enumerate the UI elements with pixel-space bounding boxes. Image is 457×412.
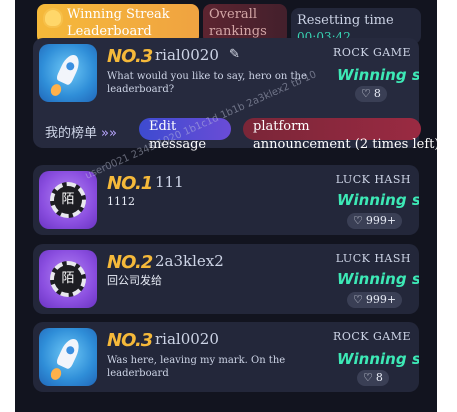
like-button[interactable]: ♡ 8: [355, 86, 387, 102]
platform-button-line2: announcement (2 times left): [253, 137, 437, 152]
platform-announcement-button[interactable]: platform announcement (2 times left): [243, 118, 437, 152]
like-button[interactable]: ♡ 999+: [347, 213, 403, 229]
leaderboard-message: Was here, leaving my mark. On the leader…: [107, 355, 286, 379]
chevrons-right-icon: »»: [101, 126, 117, 141]
game-name: LUCK HASH: [335, 252, 411, 265]
streak-label: Winning str: [337, 191, 419, 209]
tab-winning-label: Winning Streak Leaderboard: [67, 7, 170, 39]
leaderboard-message: 回公司发给: [107, 274, 162, 287]
streak-label: Winning str: [337, 350, 419, 368]
my-rank-card: NO.3 rial0020 ✎ What would you like to s…: [33, 38, 437, 152]
flame-icon: [48, 82, 64, 98]
my-board-label: 我的榜单: [45, 126, 98, 141]
rank-badge: NO.2: [107, 252, 153, 273]
leaderboard-row[interactable]: 陌 NO.1 111 1112 LUCK HASH Winning str ♡9…: [33, 165, 419, 235]
game-name: LUCK HASH: [335, 173, 411, 186]
rank-badge: NO.3: [107, 330, 153, 351]
avatar: [39, 328, 97, 386]
heart-icon: ♡: [353, 214, 363, 227]
leaderboard-message: What would you like to say, hero on the …: [107, 71, 307, 95]
username: 111: [155, 173, 184, 191]
like-button[interactable]: ♡ 999+: [347, 292, 403, 308]
edit-button-line1: Edit: [149, 119, 177, 134]
heart-icon: ♡: [361, 87, 371, 100]
game-name: ROCK GAME: [333, 330, 411, 343]
like-count: 8: [373, 87, 381, 100]
trophy-icon: [45, 10, 61, 26]
reset-label: Resetting time: [297, 13, 394, 28]
like-button[interactable]: ♡ 8: [357, 370, 389, 386]
heart-icon: ♡: [363, 371, 373, 384]
casino-chip-icon: 陌: [50, 182, 86, 218]
username: 2a3klex2: [155, 252, 224, 270]
heart-icon: ♡: [353, 293, 363, 306]
avatar: 陌: [39, 250, 97, 308]
streak-label: Winning str: [337, 66, 419, 84]
game-name: ROCK GAME: [333, 46, 411, 59]
username: rial0020: [155, 46, 219, 64]
my-board-link[interactable]: 我的榜单»»: [45, 122, 117, 141]
casino-chip-icon: 陌: [50, 261, 86, 297]
pencil-icon[interactable]: ✎: [229, 47, 240, 62]
like-count: 999+: [365, 293, 397, 306]
rank-badge: NO.1: [107, 173, 153, 194]
leaderboard-panel: Winning Streak Leaderboard Overall ranki…: [15, 0, 437, 412]
flame-icon: [48, 366, 64, 382]
rocket-icon: [55, 336, 83, 370]
edit-message-button[interactable]: Edit message: [139, 118, 231, 152]
streak-label: Winning str: [337, 270, 419, 288]
edit-button-line2: message: [149, 137, 207, 152]
rocket-icon: [55, 52, 83, 86]
avatar: 陌: [39, 171, 97, 229]
rank-badge: NO.3: [107, 46, 153, 67]
like-count: 8: [375, 371, 383, 384]
platform-button-line1: platform: [253, 119, 310, 134]
leaderboard-message: 1112: [107, 195, 135, 208]
avatar: [39, 44, 97, 102]
username: rial0020: [155, 330, 219, 348]
like-count: 999+: [365, 214, 397, 227]
leaderboard-row[interactable]: 陌 NO.2 2a3klex2 回公司发给 LUCK HASH Winning …: [33, 244, 419, 314]
tab-overall-label: Overall rankings: [209, 7, 267, 39]
leaderboard-row[interactable]: NO.3 rial0020 Was here, leaving my mark.…: [33, 322, 419, 392]
